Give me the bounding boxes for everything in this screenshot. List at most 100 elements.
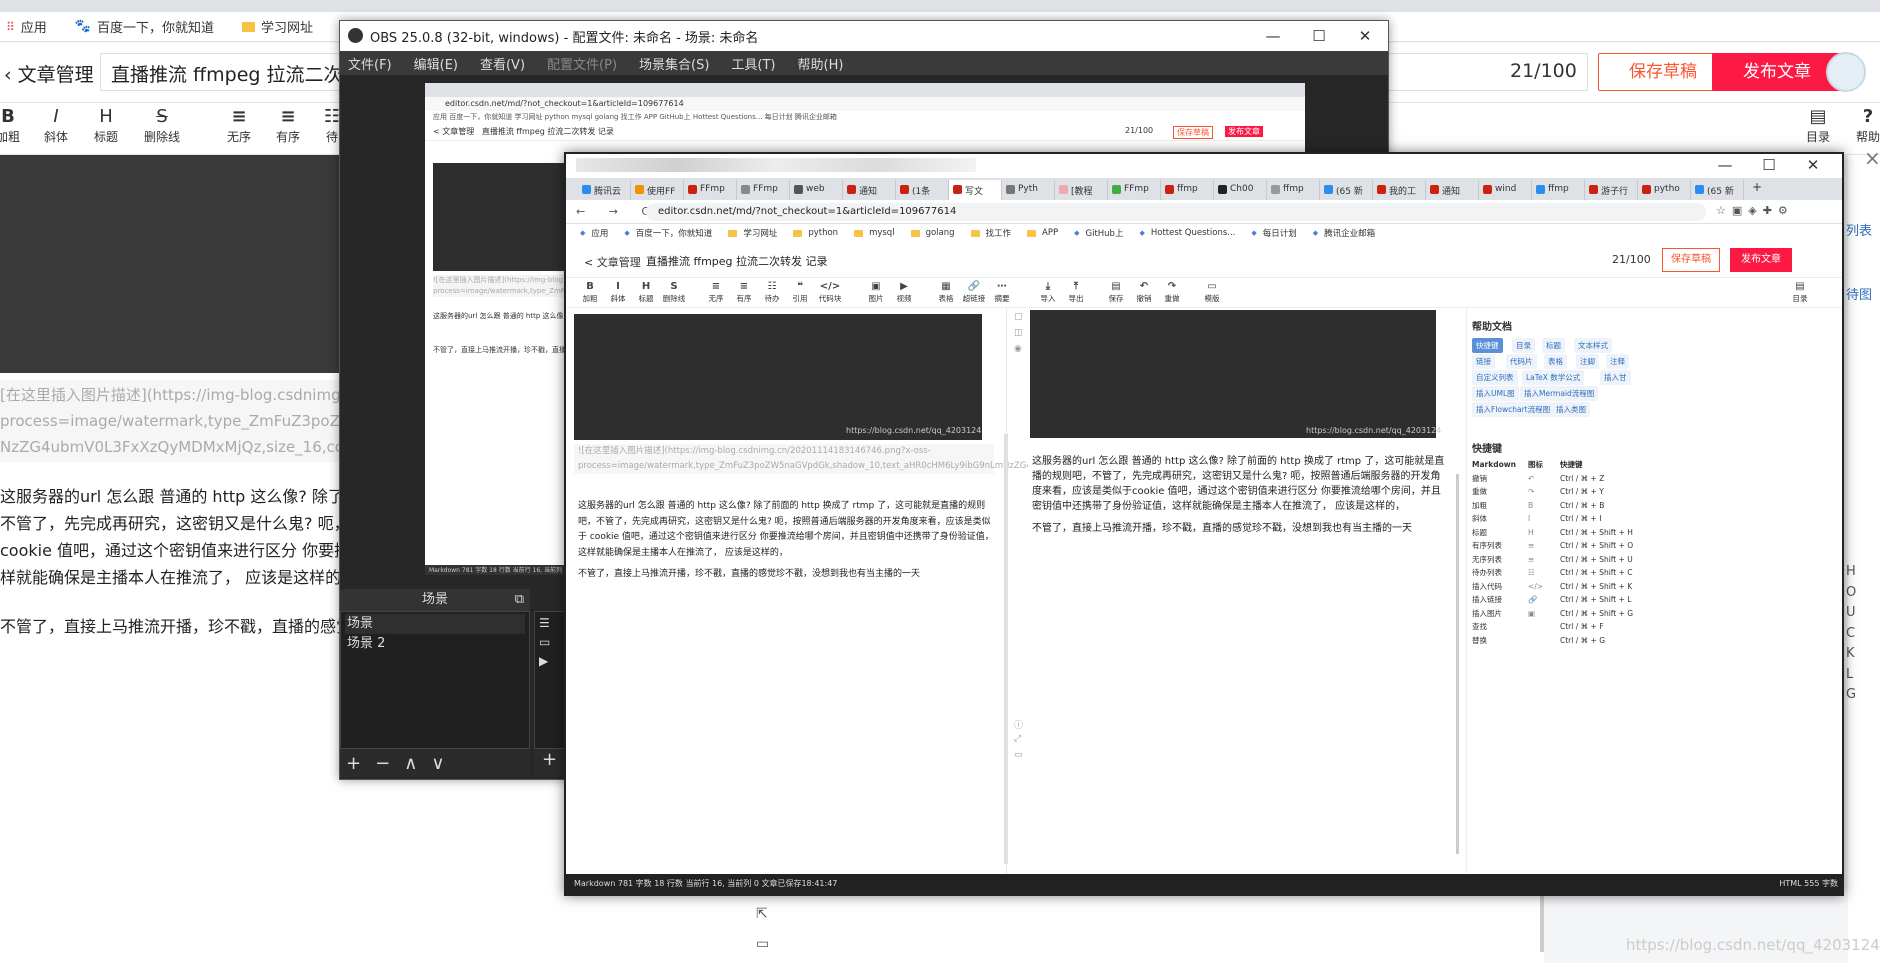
toolbar-button-视频[interactable]: ▶ 视频 [890, 280, 918, 304]
browser-tab[interactable]: (65 新 [1320, 180, 1373, 200]
bookmark-learning[interactable]: 学习网址 [242, 17, 313, 36]
bookmark-item[interactable]: ◆ 腾讯企业邮箱 [1313, 227, 1375, 239]
browser-tab[interactable]: ffmp [1267, 180, 1320, 200]
browser-tab[interactable]: Ch00 [1214, 180, 1267, 200]
help-chip[interactable]: 目录 [1512, 338, 1535, 353]
help-chip[interactable]: 代码片 [1506, 354, 1537, 369]
browser-tab[interactable]: pytho [1638, 180, 1691, 200]
save-draft-button[interactable]: 保存草稿 [1598, 53, 1728, 91]
help-chip[interactable]: 插入UML图 [1472, 386, 1519, 401]
help-chip[interactable]: 标题 [1542, 338, 1565, 353]
toc-button[interactable]: ▤ 目录 [1786, 280, 1814, 304]
browser-tab[interactable]: wind [1479, 180, 1532, 200]
toolbar-button-标题[interactable]: H 标题 [632, 280, 660, 304]
preview-scrollbar[interactable] [1456, 474, 1459, 854]
bold-button[interactable]: B 加粗 [0, 106, 30, 145]
browser-tab[interactable]: (1条 [896, 180, 949, 200]
close-icon[interactable]: × [1864, 146, 1880, 170]
heading-button[interactable]: H 标题 [84, 106, 128, 145]
save-draft-button[interactable]: 保存草稿 [1662, 248, 1720, 272]
browser-tab[interactable]: 通知 [1426, 180, 1479, 200]
eye-icon[interactable]: ◉ [1014, 344, 1022, 354]
bookmark-baidu[interactable]: 🐾 百度一下，你就知道 [75, 17, 214, 36]
strikethrough-button[interactable]: S 删除线 [140, 106, 184, 145]
bookmark-item[interactable]: ◆ GitHub上 [1074, 227, 1123, 239]
browser-tab[interactable]: 使用FF [631, 180, 684, 200]
float-dock-icon[interactable]: ⧉ [515, 589, 524, 611]
bookmark-item[interactable]: python [793, 228, 838, 238]
menu-tools[interactable]: 工具(T) [731, 54, 775, 73]
bookmark-item[interactable]: mysql [854, 228, 895, 238]
remove-scene-icon[interactable]: − [375, 753, 390, 774]
toolbar-button-模版[interactable]: ▭ 模版 [1198, 280, 1226, 304]
menu-profile[interactable]: 配置文件(P) [547, 54, 617, 73]
browser-tab[interactable]: 游子行 [1585, 180, 1638, 200]
browser-tab[interactable]: FFmp [1108, 180, 1161, 200]
toolbar-button-斜体[interactable]: I 斜体 [604, 280, 632, 304]
scene-item[interactable]: 场景 [345, 614, 525, 634]
back-to-articles[interactable]: < 文章管理 [584, 254, 641, 270]
ordered-list-button[interactable]: ≡ 有序 [266, 106, 310, 145]
help-chip[interactable]: 注释 [1606, 354, 1629, 369]
preview-icon[interactable]: ◫ [1014, 328, 1023, 338]
browser-tab[interactable]: 我的工 [1373, 180, 1426, 200]
unordered-list-button[interactable]: ≡ 无序 [217, 106, 261, 145]
info-icon[interactable]: ⓘ [1014, 718, 1023, 731]
keyboard-icon[interactable]: ▭ [1014, 750, 1023, 760]
move-down-icon[interactable]: ∨ [431, 753, 444, 774]
bookmark-item[interactable]: APP [1027, 228, 1058, 238]
toolbar-button-撤销[interactable]: ↶ 撤销 [1130, 280, 1158, 304]
toolbar-button-摘要[interactable]: ⋯ 摘要 [988, 280, 1016, 304]
browser-tab[interactable]: ffmp [1161, 180, 1214, 200]
help-button[interactable]: ? 帮助 [1846, 106, 1880, 145]
close-icon[interactable]: ✕ [1790, 152, 1836, 178]
toolbar-button-导入[interactable]: ⤓ 导入 [1034, 280, 1062, 304]
help-chip[interactable]: 链接 [1472, 354, 1495, 369]
toolbar-button-保存[interactable]: ▤ 保存 [1102, 280, 1130, 304]
maximize-icon[interactable]: ☐ [1296, 23, 1342, 49]
bookmark-apps[interactable]: ⠿ 应用 [6, 17, 47, 37]
url-input[interactable]: editor.csdn.net/md/?not_checkout=1&artic… [646, 203, 1706, 221]
menu-help[interactable]: 帮助(H) [798, 54, 844, 73]
menu-scene-collection[interactable]: 场景集合(S) [639, 54, 709, 73]
browser-tab[interactable]: 通知 [843, 180, 896, 200]
toolbar-button-代码块[interactable]: </> 代码块 [816, 280, 844, 304]
italic-button[interactable]: I 斜体 [34, 106, 78, 145]
help-chip[interactable]: 插入类图 [1552, 402, 1590, 417]
toolbar-button-图片[interactable]: ▣ 图片 [862, 280, 890, 304]
bookmark-item[interactable]: ◆ 每日计划 [1251, 227, 1296, 239]
browser-tab[interactable]: ffmp [1532, 180, 1585, 200]
avatar[interactable] [1826, 52, 1866, 92]
help-chip[interactable]: 快捷键 [1472, 338, 1503, 353]
browser-tab[interactable]: web [790, 180, 843, 200]
extension-icons[interactable]: ☆▣◈✚⚙ [1716, 204, 1794, 217]
move-up-icon[interactable]: ∧ [404, 753, 417, 774]
add-scene-icon[interactable]: + [346, 753, 361, 774]
article-title-input[interactable]: 直播推流 ffmpeg 拉流二次转发 记录 [646, 248, 1526, 272]
toolbar-button-超链接[interactable]: 🔗 超链接 [960, 280, 988, 304]
browser-tab[interactable]: [教程 [1055, 180, 1108, 200]
help-chip[interactable]: 自定义列表 [1472, 370, 1518, 385]
minimize-icon[interactable]: — [1250, 23, 1296, 49]
toolbar-button-重做[interactable]: ↷ 重做 [1158, 280, 1186, 304]
expand-icon[interactable]: ⤢ [1014, 734, 1021, 744]
toolbar-button-待办[interactable]: ☷ 待办 [758, 280, 786, 304]
menu-file[interactable]: 文件(F) [348, 54, 392, 73]
menu-view[interactable]: 查看(V) [480, 54, 525, 73]
close-icon[interactable]: ✕ [1342, 23, 1388, 49]
help-chip[interactable]: 插入Mermaid流程图 [1520, 386, 1599, 401]
browser-tab[interactable]: FFmp [737, 180, 790, 200]
help-chip[interactable]: LaTeX 数学公式 [1522, 370, 1585, 385]
toolbar-button-表格[interactable]: ▦ 表格 [932, 280, 960, 304]
publish-button[interactable]: 发布文章 [1712, 53, 1842, 91]
bookmark-item[interactable]: ◆ 应用 [580, 227, 608, 239]
publish-button[interactable]: 发布文章 [1730, 248, 1792, 272]
browser-tab[interactable]: 腾讯云 [578, 180, 631, 200]
keyboard-icon[interactable]: ▭ [756, 936, 769, 952]
help-chip[interactable]: 注脚 [1576, 354, 1599, 369]
toolbar-button-无序[interactable]: ≡ 无序 [702, 280, 730, 304]
bookmark-item[interactable]: ◆ Hottest Questions... [1139, 228, 1235, 238]
toolbar-button-导出[interactable]: ⤒ 导出 [1062, 280, 1090, 304]
help-chip[interactable]: 文本样式 [1574, 338, 1612, 353]
minimize-icon[interactable]: — [1702, 152, 1748, 178]
